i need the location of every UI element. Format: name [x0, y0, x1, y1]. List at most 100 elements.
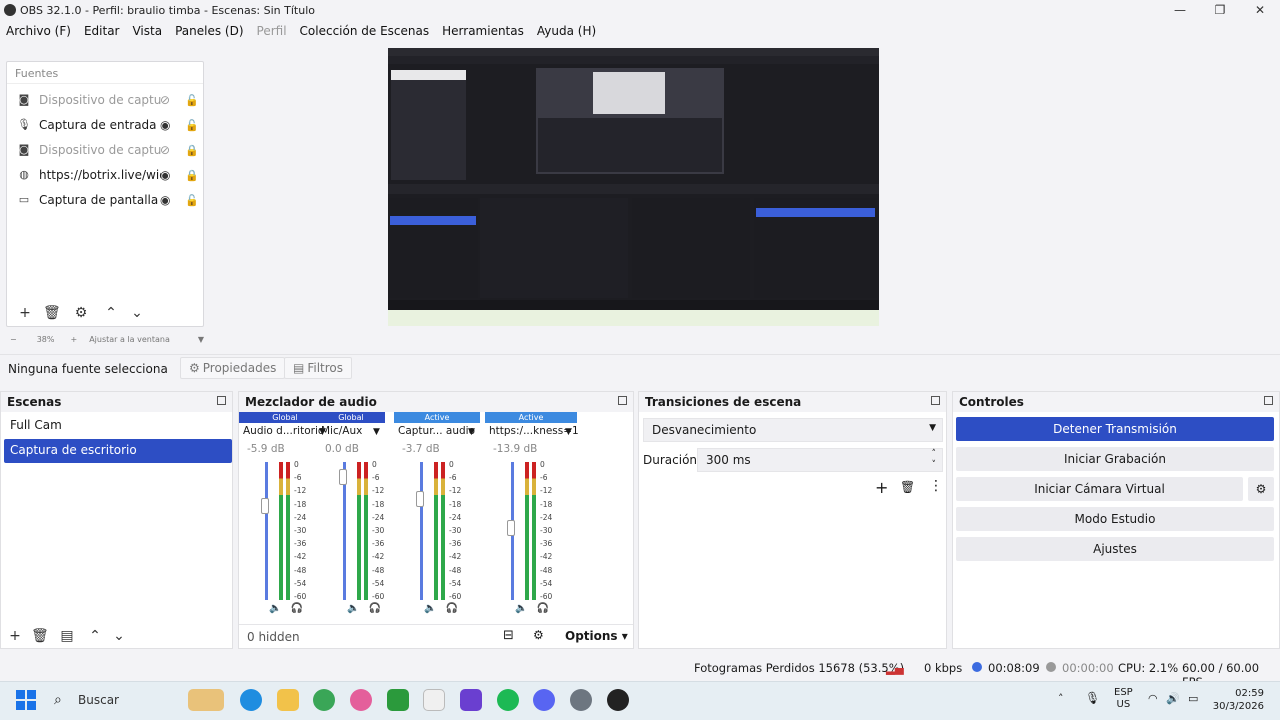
source-item[interactable]: ◙ Dispositivo de captura d ⊘ 🔓 — [7, 88, 205, 112]
float-dock-icon[interactable] — [618, 396, 627, 405]
add-transition-icon[interactable]: + — [875, 478, 888, 497]
speaker-icon[interactable]: 🔈 — [515, 603, 527, 614]
eye-hidden-icon[interactable]: ⊘ — [160, 143, 170, 157]
chevron-down-icon[interactable]: ▼ — [468, 427, 475, 437]
obs-taskbar-icon[interactable] — [607, 689, 629, 711]
clock[interactable]: 02:59 30/3/2026 — [1210, 687, 1264, 713]
lock-open-icon[interactable]: 🔓 — [185, 94, 199, 107]
source-item[interactable]: ◍ https://botrix.live/widge ◉ 🔒 — [7, 163, 205, 187]
source-item[interactable]: 🎙 Captura de entrada aud ◉ 🔓 — [7, 113, 205, 137]
battery-icon[interactable]: ▭ — [1188, 692, 1198, 705]
headphones-icon[interactable]: 🎧 — [290, 603, 302, 614]
wifi-icon[interactable]: ◠ — [1148, 692, 1158, 705]
source-item[interactable]: ▭ Captura de pantalla ◉ 🔓 — [7, 188, 205, 212]
menu-view[interactable]: Vista — [132, 24, 162, 38]
settings-gear-icon[interactable] — [570, 689, 592, 711]
trash-icon[interactable]: 🗑 — [31, 628, 49, 644]
maximize-button[interactable]: ❐ — [1200, 0, 1240, 20]
menu-help[interactable]: Ayuda (H) — [537, 24, 596, 38]
lock-closed-icon[interactable]: 🔒 — [185, 169, 199, 182]
gear-icon[interactable]: ⚙ — [73, 305, 89, 321]
studio-mode-button[interactable]: Modo Estudio — [956, 507, 1274, 531]
zoom-out-icon[interactable]: − — [10, 335, 17, 344]
stop-streaming-button[interactable]: Detener Transmisión — [956, 417, 1274, 441]
volume-fader-track[interactable] — [265, 462, 268, 600]
start-virtual-camera-button[interactable]: Iniciar Cámara Virtual — [956, 477, 1243, 501]
weather-widget-icon[interactable] — [188, 689, 224, 711]
zoom-in-icon[interactable]: + — [70, 335, 77, 344]
lock-open-icon[interactable]: 🔓 — [185, 194, 199, 207]
advanced-audio-icon[interactable]: ⚙ — [533, 628, 544, 642]
move-up-icon[interactable]: ⌃ — [87, 628, 103, 644]
scene-item[interactable]: Full Cam — [4, 414, 232, 438]
chevron-up-icon[interactable]: ˄ — [1058, 692, 1064, 705]
volume-fader-handle[interactable] — [416, 491, 424, 507]
instagram-icon[interactable] — [460, 689, 482, 711]
eye-icon[interactable]: ◉ — [160, 168, 170, 182]
source-item[interactable]: ◙ Dispositivo de captura d ⊘ 🔒 — [7, 138, 205, 162]
app-icon[interactable] — [423, 689, 445, 711]
eye-hidden-icon[interactable]: ⊘ — [160, 93, 170, 107]
headphones-icon[interactable]: 🎧 — [445, 603, 457, 614]
xbox-icon[interactable] — [387, 689, 409, 711]
chevron-down-icon[interactable]: ▼ — [198, 335, 204, 344]
spotify-icon[interactable] — [497, 689, 519, 711]
microphone-tray-icon[interactable]: 🎙 — [1085, 691, 1100, 705]
scene-filters-icon[interactable]: ▤ — [59, 628, 75, 644]
copilot-icon[interactable] — [350, 689, 372, 711]
options-button[interactable]: Options ▾ — [565, 629, 628, 643]
filters-button[interactable]: ▤ Filtros — [284, 357, 353, 379]
menu-file[interactable]: Archivo (F) — [6, 24, 71, 38]
zoom-fit-select[interactable]: Ajustar a la ventana — [89, 335, 170, 344]
lock-closed-icon[interactable]: 🔒 — [185, 144, 199, 157]
menu-profile[interactable]: Perfil — [257, 24, 287, 38]
taskbar-search[interactable]: Buscar — [78, 693, 119, 707]
speaker-icon[interactable]: 🔈 — [347, 603, 359, 614]
menu-docks[interactable]: Paneles (D) — [175, 24, 243, 38]
trash-icon[interactable]: 🗑 — [900, 480, 915, 494]
duration-input[interactable]: 300 ms ˄ ˅ — [697, 448, 943, 472]
chevron-down-icon[interactable]: ▼ — [565, 427, 572, 437]
language-indicator[interactable]: ESP US — [1114, 687, 1133, 711]
lock-open-icon[interactable]: 🔓 — [185, 119, 199, 132]
headphones-icon[interactable]: 🎧 — [368, 603, 380, 614]
eye-icon[interactable]: ◉ — [160, 193, 170, 207]
spin-buttons-icon[interactable]: ˄ ˅ — [932, 449, 937, 471]
virtual-camera-settings-gear-icon[interactable]: ⚙ — [1248, 477, 1274, 501]
close-button[interactable]: ✕ — [1240, 0, 1280, 20]
menu-tools[interactable]: Herramientas — [442, 24, 524, 38]
windows-start-icon[interactable] — [16, 690, 36, 710]
float-dock-icon[interactable] — [1264, 396, 1273, 405]
float-dock-icon[interactable] — [217, 396, 226, 405]
menu-scene-collection[interactable]: Colección de Escenas — [300, 24, 430, 38]
headphones-icon[interactable]: 🎧 — [536, 603, 548, 614]
minimize-button[interactable]: — — [1160, 0, 1200, 20]
file-explorer-icon[interactable] — [277, 689, 299, 711]
properties-button[interactable]: ⚙ Propiedades — [180, 357, 286, 379]
speaker-icon[interactable]: 🔈 — [269, 603, 281, 614]
layout-toggle-icon[interactable]: ⊟ — [503, 628, 514, 643]
preview-canvas[interactable] — [388, 48, 879, 326]
trash-icon[interactable]: 🗑 — [43, 305, 61, 321]
chevron-down-icon[interactable]: ▼ — [373, 427, 380, 437]
more-options-icon[interactable]: ⋮ — [929, 478, 943, 494]
start-recording-button[interactable]: Iniciar Grabación — [956, 447, 1274, 471]
edge-browser-icon[interactable] — [240, 689, 262, 711]
discord-icon[interactable] — [533, 689, 555, 711]
chrome-icon[interactable] — [313, 689, 335, 711]
volume-icon[interactable]: 🔊 — [1166, 692, 1180, 705]
volume-fader-handle[interactable] — [339, 469, 347, 485]
scene-item-selected[interactable]: Captura de escritorio — [4, 439, 232, 463]
transition-select[interactable]: Desvanecimiento ▼ — [643, 418, 943, 442]
menu-edit[interactable]: Editar — [84, 24, 120, 38]
add-source-icon[interactable]: + — [17, 305, 33, 321]
move-down-icon[interactable]: ⌄ — [129, 305, 145, 321]
volume-fader-handle[interactable] — [261, 498, 269, 514]
move-up-icon[interactable]: ⌃ — [103, 305, 119, 321]
settings-button[interactable]: Ajustes — [956, 537, 1274, 561]
volume-fader-track[interactable] — [420, 462, 423, 600]
add-scene-icon[interactable]: + — [7, 628, 23, 644]
eye-icon[interactable]: ◉ — [160, 118, 170, 132]
speaker-icon[interactable]: 🔈 — [424, 603, 436, 614]
move-down-icon[interactable]: ⌄ — [111, 628, 127, 644]
